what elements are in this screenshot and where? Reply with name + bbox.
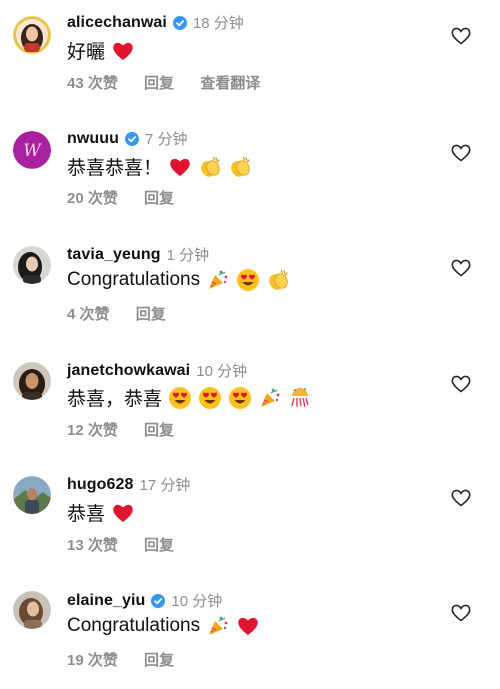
translate-button[interactable]: 查看翻译	[200, 75, 260, 92]
like-heart-icon[interactable]	[451, 604, 473, 624]
comment-text: 恭喜，恭喜	[67, 384, 312, 411]
comment-text: 恭喜	[67, 499, 135, 526]
red-heart-icon	[111, 39, 135, 63]
comment-text-content: 恭喜	[67, 504, 106, 525]
reply-button[interactable]: 回复	[144, 190, 174, 207]
reply-button[interactable]: 回复	[144, 537, 174, 554]
avatar[interactable]	[13, 476, 51, 514]
reply-button[interactable]: 回复	[144, 652, 174, 669]
comment-text: 好曬	[67, 37, 135, 64]
comment-item: elaine_yiu 10 分钟 Congratulations 19 次赞 回…	[0, 577, 500, 689]
comment-meta: 43 次赞 回复 查看翻译	[67, 72, 282, 93]
svg-text:W: W	[23, 141, 42, 161]
heart-eyes-icon	[236, 268, 260, 292]
comment-header: janetchowkawai 10 分钟	[67, 360, 247, 381]
comment-text-content: Congratulations	[67, 615, 201, 636]
comment-text-content: Congratulations	[67, 269, 201, 290]
verified-badge-icon	[125, 131, 140, 146]
comment-text-content: 恭喜，恭喜	[67, 389, 163, 410]
comment-meta: 20 次赞 回复	[67, 187, 196, 208]
comment-header: alicechanwai 18 分钟	[67, 12, 244, 33]
likes-count[interactable]: 13 次赞	[67, 537, 118, 554]
username[interactable]: nwuuu	[67, 130, 119, 148]
like-heart-icon[interactable]	[451, 375, 473, 395]
heart-eyes-icon	[168, 386, 192, 410]
comment-meta: 12 次赞 回复	[67, 419, 196, 440]
timestamp: 10 分钟	[196, 363, 248, 380]
comment-text-content: 恭喜恭喜！	[67, 158, 163, 179]
likes-count[interactable]: 4 次赞	[67, 306, 110, 323]
username[interactable]: elaine_yiu	[67, 592, 145, 610]
comment-header: elaine_yiu 10 分钟	[67, 590, 222, 611]
timestamp: 18 分钟	[192, 15, 244, 32]
comment-text: Congratulations	[67, 614, 260, 638]
red-heart-icon	[236, 614, 260, 638]
reply-button[interactable]: 回复	[144, 75, 174, 92]
comment-item: tavia_yeung 1 分钟 Congratulations 4 次赞 回复	[0, 231, 500, 343]
comment-text: Congratulations	[67, 268, 290, 292]
like-heart-icon[interactable]	[451, 489, 473, 509]
comment-text: 恭喜恭喜！	[67, 153, 252, 180]
red-heart-icon	[111, 501, 135, 525]
comment-header: hugo628 17 分钟	[67, 474, 190, 495]
username[interactable]: alicechanwai	[67, 14, 167, 32]
reply-button[interactable]: 回复	[144, 422, 174, 439]
comment-item: alicechanwai 18 分钟 好曬 43 次赞 回复 查看翻译	[0, 0, 500, 112]
like-heart-icon[interactable]	[451, 144, 473, 164]
like-heart-icon[interactable]	[451, 259, 473, 279]
confetti-ball-icon	[288, 386, 312, 410]
comment-header: tavia_yeung 1 分钟	[67, 244, 209, 265]
likes-count[interactable]: 43 次赞	[67, 75, 118, 92]
comment-item: janetchowkawai 10 分钟 恭喜，恭喜 12 次赞 回复	[0, 347, 500, 459]
likes-count[interactable]: 12 次赞	[67, 422, 118, 439]
clapping-hands-icon	[198, 155, 222, 179]
username[interactable]: hugo628	[67, 476, 134, 494]
username[interactable]: tavia_yeung	[67, 246, 161, 264]
avatar[interactable]	[13, 16, 51, 54]
timestamp: 1 分钟	[166, 247, 210, 264]
avatar[interactable]	[13, 591, 51, 629]
comment-meta: 19 次赞 回复	[67, 649, 196, 670]
heart-eyes-icon	[228, 386, 252, 410]
likes-count[interactable]: 20 次赞	[67, 190, 118, 207]
timestamp: 7 分钟	[145, 131, 188, 148]
avatar[interactable]	[13, 362, 51, 400]
like-heart-icon[interactable]	[451, 27, 473, 47]
comment-item: W nwuuu 7 分钟 恭喜恭喜！ 20 次赞 回复	[0, 116, 500, 228]
comment-item: hugo628 17 分钟 恭喜 13 次赞 回复	[0, 462, 500, 574]
timestamp: 10 分钟	[171, 593, 223, 610]
avatar[interactable]	[13, 246, 51, 284]
red-heart-icon	[168, 155, 192, 179]
clapping-hands-icon	[228, 155, 252, 179]
likes-count[interactable]: 19 次赞	[67, 652, 118, 669]
verified-badge-icon	[172, 15, 187, 30]
heart-eyes-icon	[198, 386, 222, 410]
comment-text-content: 好曬	[67, 42, 106, 63]
verified-badge-icon	[151, 593, 166, 608]
comment-meta: 4 次赞 回复	[67, 303, 188, 324]
username[interactable]: janetchowkawai	[67, 362, 190, 380]
comment-meta: 13 次赞 回复	[67, 534, 196, 555]
party-popper-icon	[206, 268, 230, 292]
party-popper-icon	[258, 386, 282, 410]
party-popper-icon	[206, 614, 230, 638]
timestamp: 17 分钟	[139, 477, 191, 494]
avatar[interactable]: W	[13, 131, 51, 169]
clapping-hands-icon	[266, 268, 290, 292]
comment-header: nwuuu 7 分钟	[67, 128, 188, 149]
reply-button[interactable]: 回复	[136, 306, 166, 323]
